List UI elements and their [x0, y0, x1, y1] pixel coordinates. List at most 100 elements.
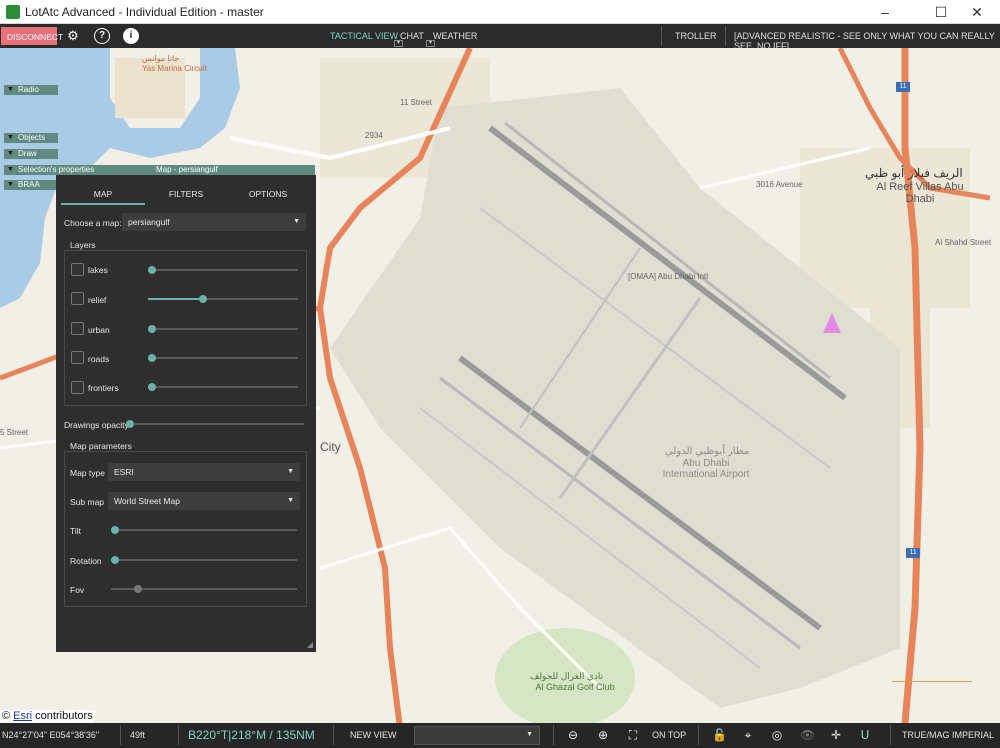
- gear-icon[interactable]: ⚙: [65, 28, 81, 44]
- tab-filters[interactable]: FILTERS: [144, 189, 228, 199]
- chevron-down-icon: ▼: [293, 218, 300, 225]
- fov-label: Fov: [70, 585, 85, 595]
- zoom-out-icon[interactable]: ⊖: [566, 728, 580, 742]
- map-label-3016: 3016 Avenue: [756, 180, 803, 189]
- sub-map-label: Sub map: [70, 497, 105, 507]
- map-type-select[interactable]: ESRI ▼: [108, 463, 300, 481]
- slider-handle[interactable]: [148, 266, 156, 274]
- slider-handle[interactable]: [148, 383, 156, 391]
- layer-label-roads: roads: [88, 354, 110, 364]
- slider-roads[interactable]: [148, 354, 298, 362]
- slider-fov: [111, 585, 297, 593]
- checkbox-relief[interactable]: [71, 292, 84, 305]
- section-braa[interactable]: ▼ BRAA: [4, 180, 58, 190]
- map-label-yas-en: Yas Marina Circuit: [142, 64, 207, 73]
- slider-fill: [148, 298, 204, 300]
- slider-frontiers[interactable]: [148, 383, 298, 391]
- map-attribution: © Esri contributors: [0, 710, 95, 723]
- cursor-altitude: 49ft: [130, 730, 146, 740]
- map-label-golf-en: Al Ghazal Golf Club: [535, 682, 615, 692]
- divider: [178, 725, 179, 745]
- checkbox-lakes[interactable]: [71, 263, 84, 276]
- divider: [120, 725, 121, 745]
- cursor-cross-icon[interactable]: ✛: [829, 728, 843, 742]
- map-label-5-street: 5 Street: [0, 428, 29, 437]
- slider-handle[interactable]: [126, 420, 134, 428]
- divider: [553, 725, 554, 745]
- checkbox-urban[interactable]: [71, 322, 84, 335]
- view-select[interactable]: ▼: [414, 726, 540, 745]
- unlock-icon[interactable]: 🔓: [712, 728, 727, 742]
- disconnect-button[interactable]: DISCONNECT: [1, 27, 63, 45]
- minimize-button[interactable]: –: [862, 0, 908, 24]
- tab-options[interactable]: OPTIONS: [226, 189, 310, 199]
- chevron-down-icon: ▼: [526, 731, 533, 738]
- slider-urban[interactable]: [148, 325, 298, 333]
- magnet-icon[interactable]: Ս: [858, 728, 872, 742]
- map-type-label: Map type: [70, 468, 105, 478]
- section-objects-label: Objects: [18, 133, 46, 142]
- chat-caret-icon[interactable]: ▾: [394, 40, 403, 47]
- esri-link[interactable]: Esri: [13, 710, 32, 722]
- app-icon: [6, 5, 20, 19]
- slider-lakes[interactable]: [148, 266, 298, 274]
- help-icon[interactable]: ?: [94, 28, 110, 44]
- section-radio[interactable]: ▼ Radio: [4, 85, 58, 95]
- slider-tilt[interactable]: [111, 526, 297, 534]
- section-selection-label: Selection's properties: [18, 165, 95, 174]
- sub-map-select[interactable]: World Street Map ▼: [108, 492, 300, 510]
- slider-handle[interactable]: [111, 526, 119, 534]
- tab-chat[interactable]: CHAT: [400, 31, 424, 41]
- slider-drawings-opacity[interactable]: [126, 420, 304, 428]
- new-view-button[interactable]: NEW VIEW: [350, 730, 397, 740]
- section-objects[interactable]: ▼ Objects: [4, 133, 58, 143]
- rotation-label: Rotation: [70, 556, 102, 566]
- tab-tactical-view[interactable]: TACTICAL VIEW: [330, 31, 398, 41]
- chevron-down-icon: ▼: [7, 134, 14, 141]
- checkbox-roads[interactable]: [71, 351, 84, 364]
- weather-caret-icon[interactable]: ▾: [426, 40, 435, 47]
- chevron-down-icon: ▼: [287, 497, 294, 504]
- chevron-down-icon: ▼: [7, 150, 14, 157]
- chevron-down-icon: ▼: [7, 181, 14, 188]
- info-icon[interactable]: i: [123, 28, 139, 44]
- eye-icon[interactable]: 👁: [800, 728, 815, 742]
- true-mag-toggle[interactable]: TRUE/MAG: [902, 730, 950, 740]
- resize-grip-icon[interactable]: ◢: [307, 640, 313, 649]
- attribution-prefix: ©: [2, 710, 14, 722]
- divider: [333, 725, 334, 745]
- scale-bar: [892, 674, 972, 682]
- slider-handle[interactable]: [111, 556, 119, 564]
- section-draw[interactable]: ▼ Draw: [4, 149, 58, 159]
- divider: [661, 26, 662, 46]
- map-label-city: City: [320, 440, 341, 454]
- close-button[interactable]: ✕: [954, 0, 1000, 24]
- checkbox-frontiers[interactable]: [71, 381, 84, 394]
- tab-weather[interactable]: WEATHER: [433, 31, 477, 41]
- drawings-opacity-label: Drawings opacity: [64, 420, 129, 430]
- slider-handle[interactable]: [148, 325, 156, 333]
- choose-map-select[interactable]: persiangulf ▼: [122, 213, 306, 231]
- section-selection-properties[interactable]: ▼ Selection's properties Map - persiangulf: [4, 165, 315, 175]
- slider-rotation[interactable]: [111, 556, 297, 564]
- crosshair-icon[interactable]: ⌖: [741, 728, 755, 742]
- target-icon[interactable]: ◎: [770, 728, 784, 742]
- map-label-omaa: [OMAA] Abu Dhabi Intl: [628, 272, 709, 281]
- map-label-airport-ar: مطار أبوظبي الدولي: [665, 446, 750, 457]
- troller-button[interactable]: TROLLER: [675, 31, 717, 41]
- fullscreen-icon[interactable]: ⛶: [626, 728, 640, 742]
- title-bar: LotAtc Advanced - Individual Edition - m…: [0, 0, 1000, 24]
- imperial-toggle[interactable]: IMPERIAL: [952, 730, 994, 740]
- section-draw-label: Draw: [18, 149, 37, 158]
- window-title: LotAtc Advanced - Individual Edition - m…: [25, 5, 264, 19]
- zoom-in-icon[interactable]: ⊕: [596, 728, 610, 742]
- slider-handle[interactable]: [148, 354, 156, 362]
- highway-shield-top: 11: [896, 82, 910, 92]
- panel-title: Map - persiangulf: [156, 165, 218, 174]
- on-top-button[interactable]: ON TOP: [652, 730, 686, 740]
- choose-map-label: Choose a map:: [64, 218, 122, 228]
- section-braa-label: BRAA: [18, 180, 40, 189]
- slider-relief[interactable]: [148, 295, 298, 303]
- tab-map[interactable]: MAP: [61, 189, 145, 199]
- map-label-al-shahd: Al Shahd Street: [935, 238, 992, 247]
